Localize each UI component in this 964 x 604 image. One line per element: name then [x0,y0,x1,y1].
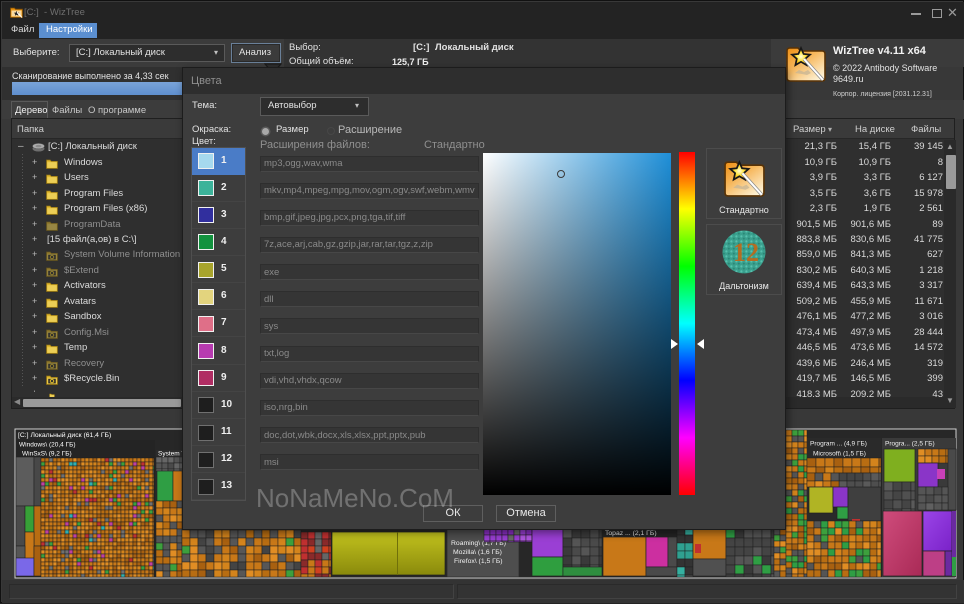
svg-text:Microsoft\ (1,5 ГБ): Microsoft\ (1,5 ГБ) [813,451,866,458]
svg-text:Windows\ (20,4 ГБ): Windows\ (20,4 ГБ) [19,442,76,449]
svg-text:Firefox\ (1,5 ГБ): Firefox\ (1,5 ГБ) [454,558,503,565]
svg-text:Topaz ... (2,1 ГБ): Topaz ... (2,1 ГБ) [605,530,657,537]
svg-text:Progra... (2,5 ГБ): Progra... (2,5 ГБ) [885,441,935,448]
svg-text:WinSxS\ (9,2 ГБ): WinSxS\ (9,2 ГБ) [22,451,72,458]
svg-text:[C:] Локальный диск (61,4 ГБ): [C:] Локальный диск (61,4 ГБ) [18,431,111,439]
svg-text:Program ... (4,9 ГБ): Program ... (4,9 ГБ) [810,441,867,448]
svg-text:12: 12 [733,238,759,267]
svg-text:Mozilla\ (1,6 ГБ): Mozilla\ (1,6 ГБ) [453,549,502,556]
